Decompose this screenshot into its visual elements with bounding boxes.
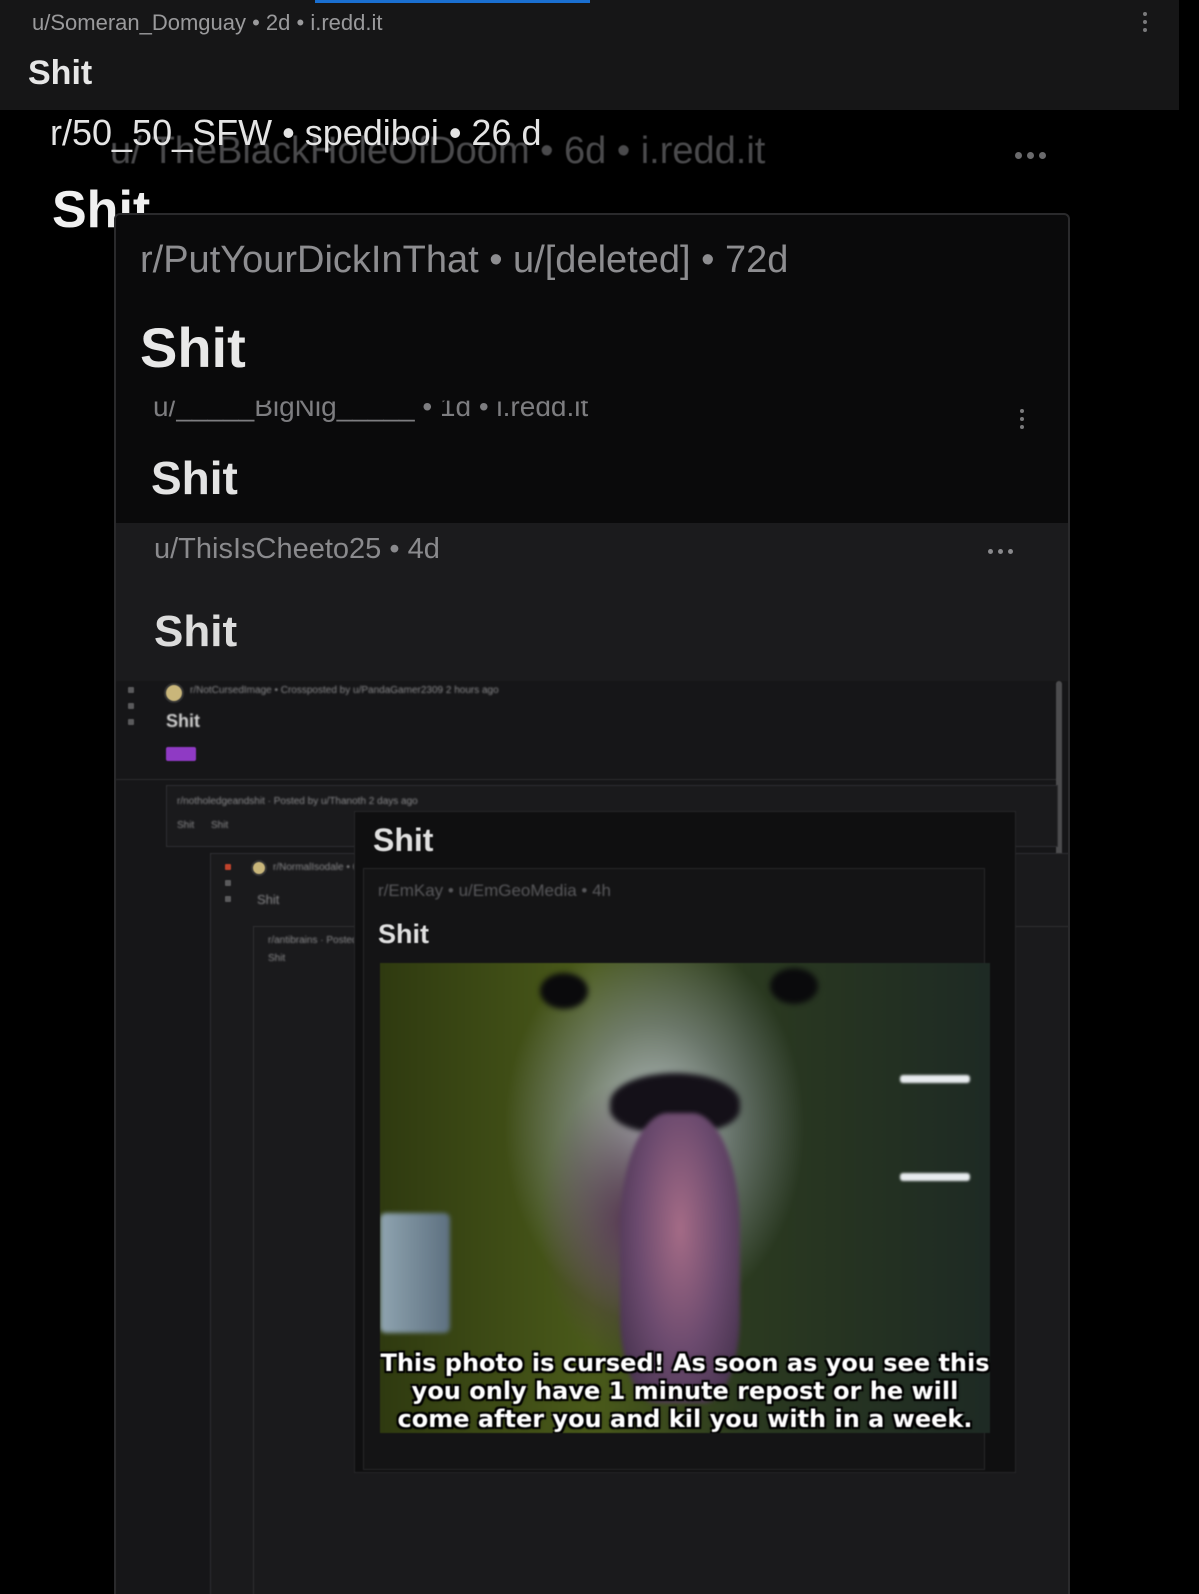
background-light [900, 1075, 970, 1083]
repost-meta-6: r/notholedgeandshit · Posted by u/Thanot… [177, 796, 418, 807]
cursed-photo: This photo is cursed! As soon as you see… [380, 963, 990, 1433]
scrollbar [1056, 681, 1062, 881]
repost-meta-5: r/NotCursedImage • Crossposted by u/Pand… [190, 685, 499, 696]
avatar-icon [164, 683, 184, 703]
background-can [380, 1213, 450, 1333]
kebab-menu-icon [1019, 409, 1025, 429]
repost-meta-2: r/PutYourDickInThat • u/[deleted] • 72d [140, 239, 789, 281]
repost-title-10: Shit [378, 919, 429, 949]
face-eye [770, 968, 818, 1004]
repost-title-3: Shit [151, 452, 238, 504]
repost-frame-10: r/EmKay • u/EmGeoMedia • 4h Shit This ph… [363, 868, 990, 1470]
repost-frame-9: Shit r/EmKay • u/EmGeoMedia • 4h Shit Th… [354, 811, 1016, 1473]
post-title[interactable]: Shit [28, 54, 92, 93]
repost-frame-4: u/ThisIsCheeto25 • 4d Shit r/NotCursedIm… [116, 523, 1068, 1594]
repost-meta-3: u/_____BigNig_____ • 1d • i.redd.it [153, 391, 589, 422]
downvote-icon [128, 719, 134, 725]
kebab-menu-icon[interactable] [1142, 12, 1148, 32]
score [128, 703, 134, 709]
image-caption: This photo is cursed! As soon as you see… [380, 1349, 990, 1433]
divider [116, 779, 1056, 780]
repost-meta-10: r/EmKay • u/EmGeoMedia • 4h [378, 881, 611, 900]
repost-meta-4: u/ThisIsCheeto25 • 4d [154, 533, 440, 565]
face-eye [540, 973, 588, 1009]
post-meta[interactable]: u/Someran_Domguay • 2d • i.redd.it [32, 10, 382, 36]
repost-flair-6: Shit [177, 820, 195, 831]
repost-title-4: Shit [154, 607, 238, 656]
repost-frame-2: r/PutYourDickInThat • u/[deleted] • 72d … [114, 213, 1070, 1594]
more-dots-icon [988, 549, 1013, 554]
repost-title-2: Shit [140, 316, 246, 379]
repost-title-8: Shit [268, 953, 286, 964]
more-dots-icon [1015, 152, 1046, 159]
upvote-icon [128, 687, 134, 693]
vote-column [128, 687, 134, 725]
downvote-icon [225, 896, 231, 902]
post-image[interactable]: u/ TheBlackHoleOfDoom • 6d • i.redd.it r… [0, 110, 1179, 1594]
loading-progress-bar [315, 0, 590, 3]
post-header: u/Someran_Domguay • 2d • i.redd.it Shit [0, 0, 1179, 110]
avatar-icon [251, 860, 267, 876]
repost-title-7: Shit [257, 892, 280, 907]
background-light [900, 1173, 970, 1181]
vote-column [225, 864, 231, 902]
repost-meta-1: r/50_50_SFW • spediboi • 26 d [50, 112, 542, 153]
repost-title-6: Shit [211, 820, 229, 831]
upvote-icon [225, 864, 231, 870]
nsfw-tag [166, 747, 196, 761]
deep-nested-reposts: r/NotCursedImage • Crossposted by u/Pand… [116, 681, 1068, 1594]
score [225, 880, 231, 886]
repost-title-9: Shit [373, 822, 434, 858]
repost-title-5: Shit [166, 711, 200, 731]
